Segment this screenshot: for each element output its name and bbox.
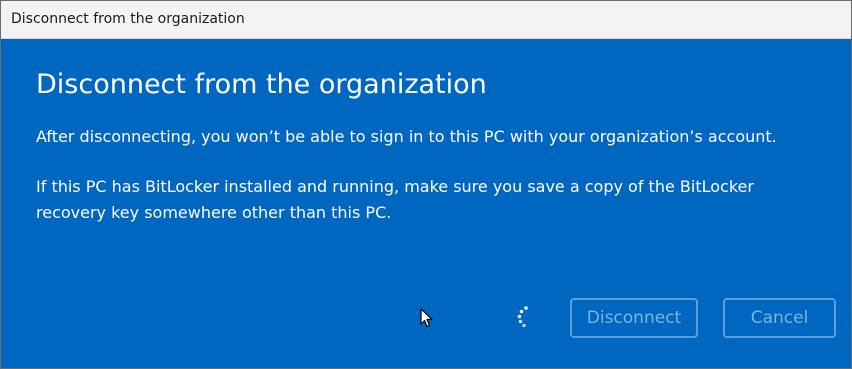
window-title: Disconnect from the organization <box>11 11 245 27</box>
disconnect-button[interactable]: Disconnect <box>570 298 698 338</box>
dialog-heading: Disconnect from the organization <box>36 69 487 100</box>
disconnect-warning-text: After disconnecting, you won’t be able t… <box>36 127 777 146</box>
cancel-button[interactable]: Cancel <box>723 298 836 338</box>
mouse-pointer-icon <box>420 308 433 328</box>
title-bar[interactable]: Disconnect from the organization <box>1 1 851 39</box>
loading-spinner-icon <box>517 306 528 328</box>
bitlocker-warning-text: If this PC has BitLocker installed and r… <box>36 177 754 222</box>
dialog-window: Disconnect from the organization Disconn… <box>0 0 852 369</box>
dialog-content: Disconnect from the organization After d… <box>36 67 826 222</box>
